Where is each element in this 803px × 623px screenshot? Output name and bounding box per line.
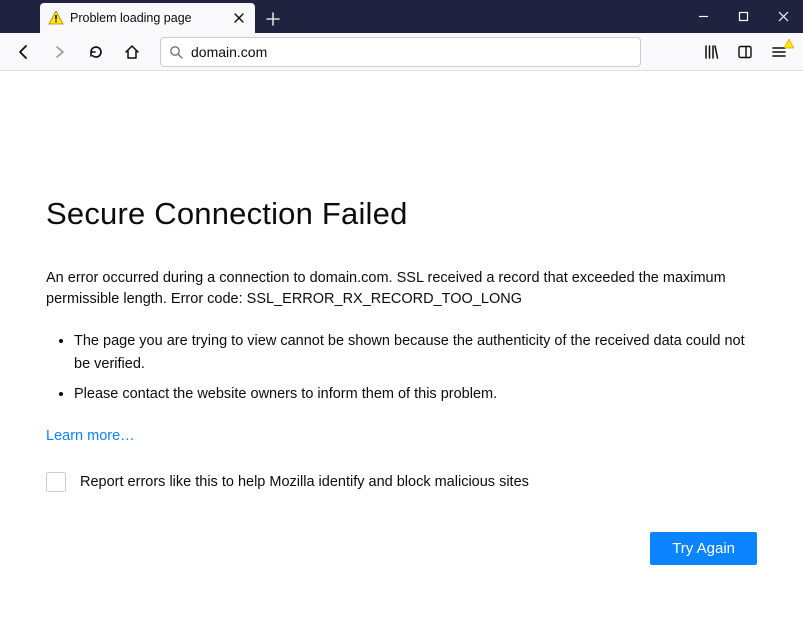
minimize-button[interactable] xyxy=(683,0,723,33)
reload-button[interactable] xyxy=(80,36,112,68)
search-icon xyxy=(169,45,183,59)
home-button[interactable] xyxy=(116,36,148,68)
warning-favicon-icon xyxy=(48,10,64,26)
error-bullet-list: The page you are trying to view cannot b… xyxy=(74,330,757,405)
library-button[interactable] xyxy=(695,36,727,68)
new-tab-button[interactable] xyxy=(259,5,287,33)
error-page-content: Secure Connection Failed An error occurr… xyxy=(0,71,803,565)
learn-more-link[interactable]: Learn more… xyxy=(46,428,135,444)
error-heading: Secure Connection Failed xyxy=(46,196,757,232)
back-button[interactable] xyxy=(8,36,40,68)
error-description: An error occurred during a connection to… xyxy=(46,268,757,310)
report-errors-row: Report errors like this to help Mozilla … xyxy=(46,472,757,492)
url-bar[interactable]: domain.com xyxy=(160,37,641,67)
menu-notification-icon xyxy=(784,39,794,49)
error-bullet: Please contact the website owners to inf… xyxy=(74,383,757,405)
forward-button[interactable] xyxy=(44,36,76,68)
tab-close-icon[interactable] xyxy=(231,10,247,26)
try-again-button[interactable]: Try Again xyxy=(650,532,757,565)
sidebar-button[interactable] xyxy=(729,36,761,68)
tab-title: Problem loading page xyxy=(70,11,225,25)
close-window-button[interactable] xyxy=(763,0,803,33)
navigation-toolbar: domain.com xyxy=(0,33,803,71)
maximize-button[interactable] xyxy=(723,0,763,33)
menu-button[interactable] xyxy=(763,36,795,68)
tab-strip: Problem loading page xyxy=(0,0,803,33)
browser-tab[interactable]: Problem loading page xyxy=(40,3,255,33)
report-errors-label: Report errors like this to help Mozilla … xyxy=(80,474,529,490)
report-errors-checkbox[interactable] xyxy=(46,472,66,492)
error-bullet: The page you are trying to view cannot b… xyxy=(74,330,757,375)
window-controls xyxy=(683,0,803,33)
url-text: domain.com xyxy=(191,44,632,60)
